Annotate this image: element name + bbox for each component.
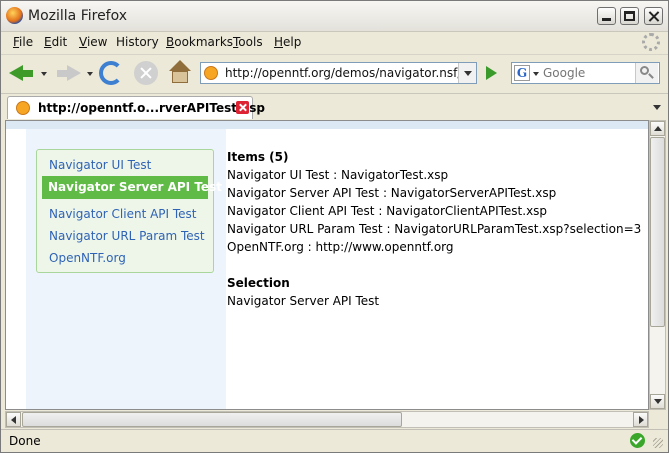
security-check-icon	[630, 433, 645, 448]
title-bar: Mozilla Firefox	[1, 1, 668, 32]
tab-close-icon[interactable]	[236, 101, 249, 114]
menu-view[interactable]: View	[79, 35, 107, 49]
minimize-button[interactable]	[597, 7, 616, 25]
menu-bar: File Edit View History Bookmarks Tools H…	[1, 32, 668, 53]
browser-window: Mozilla Firefox File Edit View History B…	[0, 0, 669, 453]
menu-tools[interactable]: Tools	[233, 35, 263, 49]
navigation-toolbar: http://openntf.org/demos/navigator.nsf/N…	[1, 54, 668, 93]
scroll-up-button[interactable]	[650, 121, 665, 136]
search-icon[interactable]	[635, 63, 658, 83]
navigator-panel: Navigator UI Test Navigator Server API T…	[36, 149, 222, 273]
nav-link-ui-test[interactable]: Navigator UI Test	[49, 158, 151, 172]
item-line: Navigator Client API Test : NavigatorCli…	[227, 204, 548, 218]
url-bar[interactable]: http://openntf.org/demos/navigator.nsf/N…	[200, 62, 477, 84]
vertical-scrollbar[interactable]	[649, 120, 666, 410]
scroll-left-button[interactable]	[6, 412, 21, 427]
url-history-dropdown[interactable]	[458, 63, 476, 83]
resize-grip-icon[interactable]	[653, 438, 663, 448]
scroll-down-button[interactable]	[650, 394, 665, 409]
scroll-right-button[interactable]	[633, 412, 648, 427]
reload-button[interactable]	[99, 61, 123, 85]
close-window-button[interactable]	[644, 7, 663, 25]
selection-heading: Selection	[227, 276, 290, 290]
home-button[interactable]	[168, 60, 192, 84]
menu-edit[interactable]: Edit	[44, 35, 67, 49]
menu-history[interactable]: History	[116, 35, 159, 49]
search-bar[interactable]: G	[511, 62, 660, 84]
tab-favicon-icon	[16, 101, 30, 115]
site-favicon-icon	[204, 66, 218, 80]
item-line: Navigator UI Test : NavigatorTest.xsp	[227, 168, 449, 182]
menu-help[interactable]: Help	[274, 35, 301, 49]
status-text: Done	[9, 434, 41, 448]
nav-link-server-api-test[interactable]: Navigator Server API Test	[42, 176, 222, 199]
tab-bar: http://openntf.o...rverAPITest.xsp	[1, 93, 668, 121]
firefox-logo-icon	[6, 7, 23, 24]
horizontal-scrollbar[interactable]	[5, 411, 649, 428]
nav-link-openntf[interactable]: OpenNTF.org	[49, 251, 126, 265]
status-bar: Done	[1, 429, 668, 452]
back-button[interactable]	[7, 59, 35, 87]
horizontal-scroll-thumb[interactable]	[22, 412, 402, 427]
maximize-button[interactable]	[620, 7, 639, 25]
page-content: Navigator UI Test Navigator Server API T…	[5, 120, 649, 410]
tab-list-dropdown[interactable]	[649, 98, 665, 116]
url-text[interactable]: http://openntf.org/demos/navigator.nsf/N…	[225, 66, 458, 80]
tab-label: http://openntf.o...rverAPITest.xsp	[38, 101, 265, 115]
item-line: Navigator Server API Test : NavigatorSer…	[227, 186, 557, 200]
page-header-strip	[6, 121, 648, 129]
items-heading: Items (5)	[227, 150, 289, 164]
stop-button[interactable]	[134, 61, 158, 85]
vertical-scroll-thumb[interactable]	[650, 137, 665, 327]
search-engine-dropdown[interactable]	[533, 72, 539, 76]
item-line: Navigator URL Param Test : NavigatorURLP…	[227, 222, 642, 236]
item-line: OpenNTF.org : http://www.openntf.org	[227, 240, 454, 254]
go-button[interactable]	[481, 63, 501, 83]
search-input[interactable]	[543, 64, 631, 82]
window-title: Mozilla Firefox	[28, 8, 128, 24]
nav-link-url-param-test[interactable]: Navigator URL Param Test	[49, 229, 205, 243]
forward-history-dropdown[interactable]	[87, 72, 93, 76]
menu-file[interactable]: File	[13, 35, 33, 49]
selection-value: Navigator Server API Test	[227, 294, 380, 308]
tab-active[interactable]: http://openntf.o...rverAPITest.xsp	[7, 96, 265, 119]
search-engine-icon[interactable]: G	[514, 65, 530, 81]
forward-button[interactable]	[55, 59, 83, 87]
activity-throbber-icon	[642, 33, 660, 51]
menu-bookmarks[interactable]: Bookmarks	[166, 35, 233, 49]
nav-link-client-api-test[interactable]: Navigator Client API Test	[49, 207, 197, 221]
back-history-dropdown[interactable]	[41, 72, 47, 76]
